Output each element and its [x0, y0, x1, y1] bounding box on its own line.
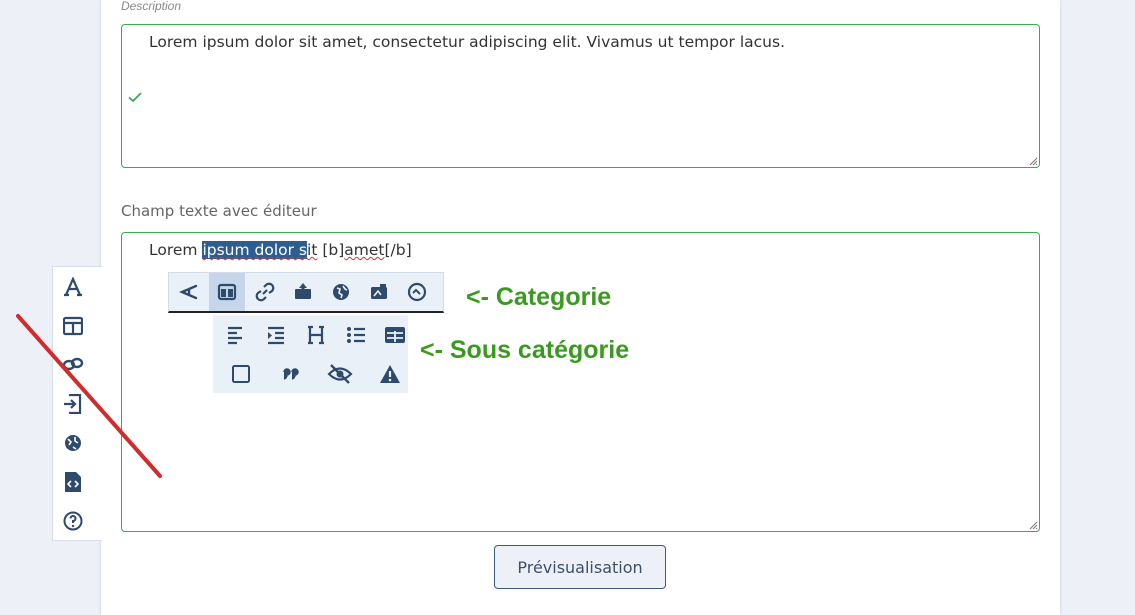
check-icon [127, 89, 143, 105]
help-icon[interactable] [61, 509, 85, 533]
table-icon[interactable] [380, 320, 410, 350]
align-left-icon[interactable] [221, 320, 251, 350]
image-icon[interactable] [361, 273, 397, 311]
category-toolbar [168, 272, 444, 313]
resize-handle[interactable] [1028, 156, 1038, 166]
gauge-icon[interactable] [399, 273, 435, 311]
square-icon[interactable] [226, 359, 256, 389]
subcategory-toolbar [213, 315, 408, 393]
description-label: Description [121, 0, 182, 13]
subcategory-annotation: <- Sous catégorie [420, 336, 630, 364]
layout-icon[interactable] [209, 273, 245, 311]
globe-icon[interactable] [61, 431, 85, 455]
warning-icon[interactable] [375, 359, 405, 389]
description-textarea[interactable]: Lorem ipsum dolor sit amet, consectetur … [121, 24, 1040, 168]
layout-icon[interactable] [61, 314, 85, 338]
description-value: Lorem ipsum dolor sit amet, consectetur … [149, 33, 785, 51]
heading-icon[interactable] [301, 320, 331, 350]
preview-button[interactable]: Prévisualisation [494, 545, 666, 589]
code-file-icon[interactable] [61, 470, 85, 494]
editor-value: Lorem ipsum dolor sit [b]amet[/b] [149, 241, 412, 259]
globe-icon[interactable] [323, 273, 359, 311]
list-icon[interactable] [341, 320, 371, 350]
quote-icon[interactable] [276, 359, 306, 389]
resize-handle[interactable] [1028, 520, 1038, 530]
sign-in-icon[interactable] [61, 392, 85, 416]
upload-icon[interactable] [285, 273, 321, 311]
text-style-icon[interactable] [171, 273, 207, 311]
link-icon[interactable] [247, 273, 283, 311]
category-annotation: <- Categorie [466, 283, 612, 311]
font-icon[interactable] [61, 275, 85, 299]
sidebar-toolbar [52, 266, 102, 541]
editor-label: Champ texte avec éditeur [121, 202, 317, 220]
eye-slash-icon[interactable] [325, 359, 355, 389]
indent-icon[interactable] [261, 320, 291, 350]
link-icon[interactable] [61, 352, 85, 376]
selected-text: ipsum dolor s [202, 241, 308, 259]
